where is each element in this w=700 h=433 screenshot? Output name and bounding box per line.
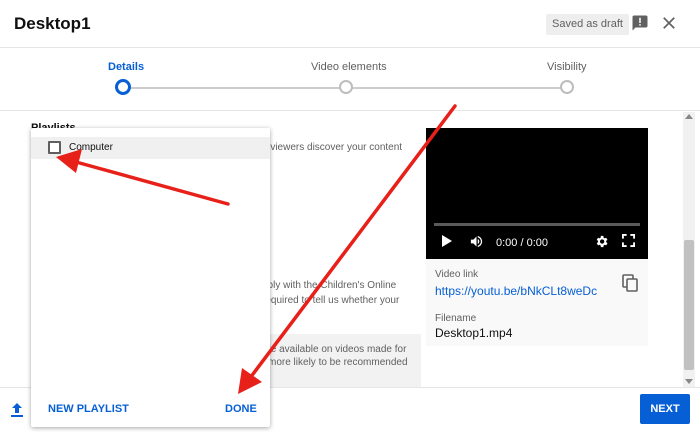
upload-stepper: Details Video elements Visibility [0,49,700,111]
scroll-up-arrow[interactable] [685,114,693,119]
filename-value: Desktop1.mp4 [435,326,513,340]
step-connector [352,87,561,89]
new-playlist-button[interactable]: NEW PLAYLIST [48,403,129,415]
main-scrollbar[interactable] [683,112,695,387]
upload-icon[interactable] [10,402,24,418]
playlists-description: o viewers discover your content [262,142,403,153]
copy-icon[interactable] [622,274,638,292]
playlist-item-label: Computer [69,142,113,153]
volume-icon[interactable] [468,234,485,249]
step-dot-video-elements[interactable] [339,80,353,94]
playlist-dropdown: Computer NEW PLAYLIST DONE [31,128,270,427]
info-text-line: more likely to be recommended [268,357,408,368]
audience-text-line: required to tell us whether your [262,295,400,306]
filename-label: Filename [435,313,477,324]
feedback-icon[interactable] [631,14,649,32]
settings-gear-icon[interactable] [594,234,609,249]
play-icon[interactable] [441,234,453,248]
video-link-label: Video link [435,269,479,280]
close-icon[interactable] [660,14,678,32]
tab-details[interactable]: Details [108,61,144,73]
video-preview-card: 0:00 / 0:00 Video link https://youtu.be/… [426,128,648,346]
scrollbar-thumb[interactable] [684,240,694,370]
playlist-checkbox[interactable] [48,141,61,154]
page-title: Desktop1 [14,14,91,33]
scroll-down-arrow[interactable] [685,379,693,384]
tab-video-elements[interactable]: Video elements [311,61,387,73]
dialog-header: Desktop1 Saved as draft [0,0,700,48]
video-time: 0:00 / 0:00 [496,237,548,249]
video-player[interactable]: 0:00 / 0:00 [426,128,648,259]
step-dot-details[interactable] [115,79,131,95]
tab-visibility[interactable]: Visibility [547,61,587,73]
step-connector [131,87,340,89]
video-link[interactable]: https://youtu.be/bNkCLt8weDc [435,284,597,298]
done-button[interactable]: DONE [225,403,257,415]
audience-text-line: nply with the Children's Online [262,280,397,291]
fullscreen-icon[interactable] [622,234,635,247]
next-button[interactable]: NEXT [640,394,690,424]
draft-status-badge: Saved as draft [546,14,629,35]
step-dot-visibility[interactable] [560,80,574,94]
audience-info-box: te available on videos made for more lik… [258,334,421,387]
playlist-item-computer[interactable]: Computer [31,137,270,159]
video-progress-bar[interactable] [434,223,640,226]
